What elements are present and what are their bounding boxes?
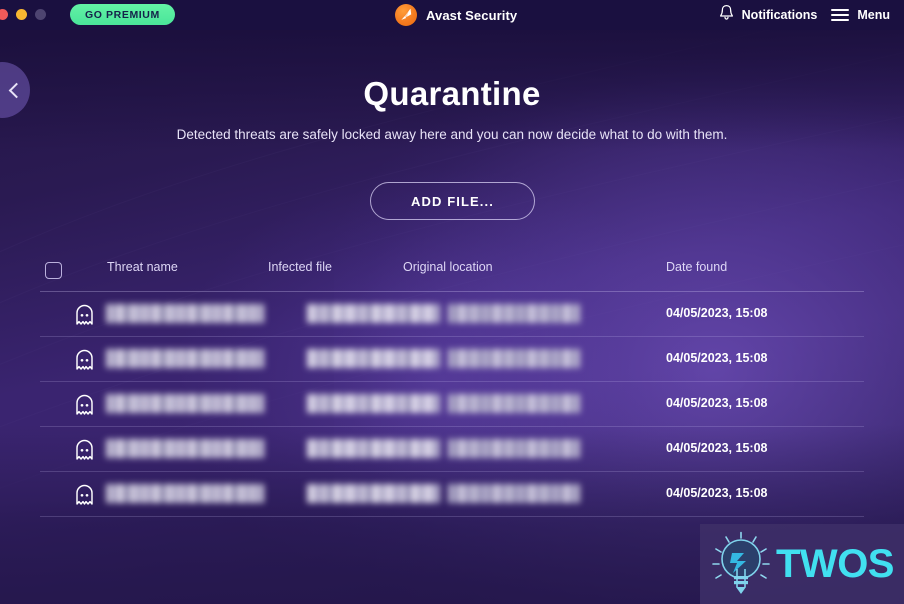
threat-name-value <box>106 349 264 368</box>
column-header-date-found[interactable]: Date found <box>666 260 727 274</box>
table-header-row: Threat name Infected file Original locat… <box>40 255 864 292</box>
infected-file-value <box>307 484 440 503</box>
main-content: Quarantine Detected threats are safely l… <box>0 30 904 604</box>
quarantine-table: Threat name Infected file Original locat… <box>40 255 864 517</box>
ghost-threat-icon <box>75 394 94 415</box>
infected-file-value <box>307 304 440 323</box>
column-header-threat-name[interactable]: Threat name <box>107 260 178 274</box>
threat-name-value <box>106 484 264 503</box>
bell-icon <box>719 4 734 26</box>
infected-file-value <box>307 394 440 413</box>
hamburger-icon <box>831 9 850 21</box>
infected-file-value <box>307 349 440 368</box>
date-found-value: 04/05/2023, 15:08 <box>666 396 768 410</box>
window-zoom-button[interactable] <box>35 9 46 20</box>
page-title: Quarantine <box>363 75 541 112</box>
watermark-text: TWOS <box>776 542 894 586</box>
go-premium-button[interactable]: GO PREMIUM <box>70 4 175 25</box>
app-title: Avast Security <box>426 7 518 23</box>
ghost-threat-icon <box>75 304 94 325</box>
table-row[interactable]: 04/05/2023, 15:08 <box>40 427 864 472</box>
chevron-left-icon <box>8 82 25 98</box>
notifications-button[interactable]: Notifications <box>719 4 818 26</box>
watermark-overlay: TWOS <box>700 524 904 604</box>
ghost-threat-icon <box>75 349 94 370</box>
window-minimize-button[interactable] <box>16 9 27 20</box>
table-row[interactable]: 04/05/2023, 15:08 <box>40 472 864 517</box>
date-found-value: 04/05/2023, 15:08 <box>666 306 768 320</box>
table-row[interactable]: 04/05/2023, 15:08 <box>40 292 864 337</box>
date-found-value: 04/05/2023, 15:08 <box>666 351 768 365</box>
column-header-original-location[interactable]: Original location <box>403 260 493 274</box>
titlebar-actions: Notifications Menu <box>719 0 890 30</box>
date-found-value: 04/05/2023, 15:08 <box>666 486 768 500</box>
avast-security-window: GO PREMIUM Avast Security Notifications … <box>0 0 904 604</box>
table-row[interactable]: 04/05/2023, 15:08 <box>40 382 864 427</box>
threat-name-value <box>106 304 264 323</box>
threat-name-value <box>106 394 264 413</box>
add-file-button[interactable]: ADD FILE... <box>370 182 535 220</box>
app-brand: Avast Security <box>395 0 517 30</box>
ghost-threat-icon <box>75 439 94 460</box>
original-location-value <box>448 484 580 503</box>
date-found-value: 04/05/2023, 15:08 <box>666 441 768 455</box>
original-location-value <box>448 439 580 458</box>
title-bar: GO PREMIUM Avast Security Notifications … <box>0 0 904 30</box>
ghost-threat-icon <box>75 484 94 505</box>
column-header-infected-file[interactable]: Infected file <box>268 260 332 274</box>
notifications-label: Notifications <box>741 8 818 22</box>
menu-label: Menu <box>857 8 890 22</box>
lightbulb-logo-icon <box>712 531 770 594</box>
avast-logo-icon <box>395 4 417 26</box>
threat-name-value <box>106 439 264 458</box>
menu-button[interactable]: Menu <box>831 8 890 22</box>
original-location-value <box>448 349 580 368</box>
table-row[interactable]: 04/05/2023, 15:08 <box>40 337 864 382</box>
window-traffic-lights <box>0 9 46 20</box>
infected-file-value <box>307 439 440 458</box>
select-all-checkbox[interactable] <box>45 262 62 279</box>
window-close-button[interactable] <box>0 9 8 20</box>
page-subtitle: Detected threats are safely locked away … <box>176 127 728 142</box>
original-location-value <box>448 394 580 413</box>
original-location-value <box>448 304 580 323</box>
